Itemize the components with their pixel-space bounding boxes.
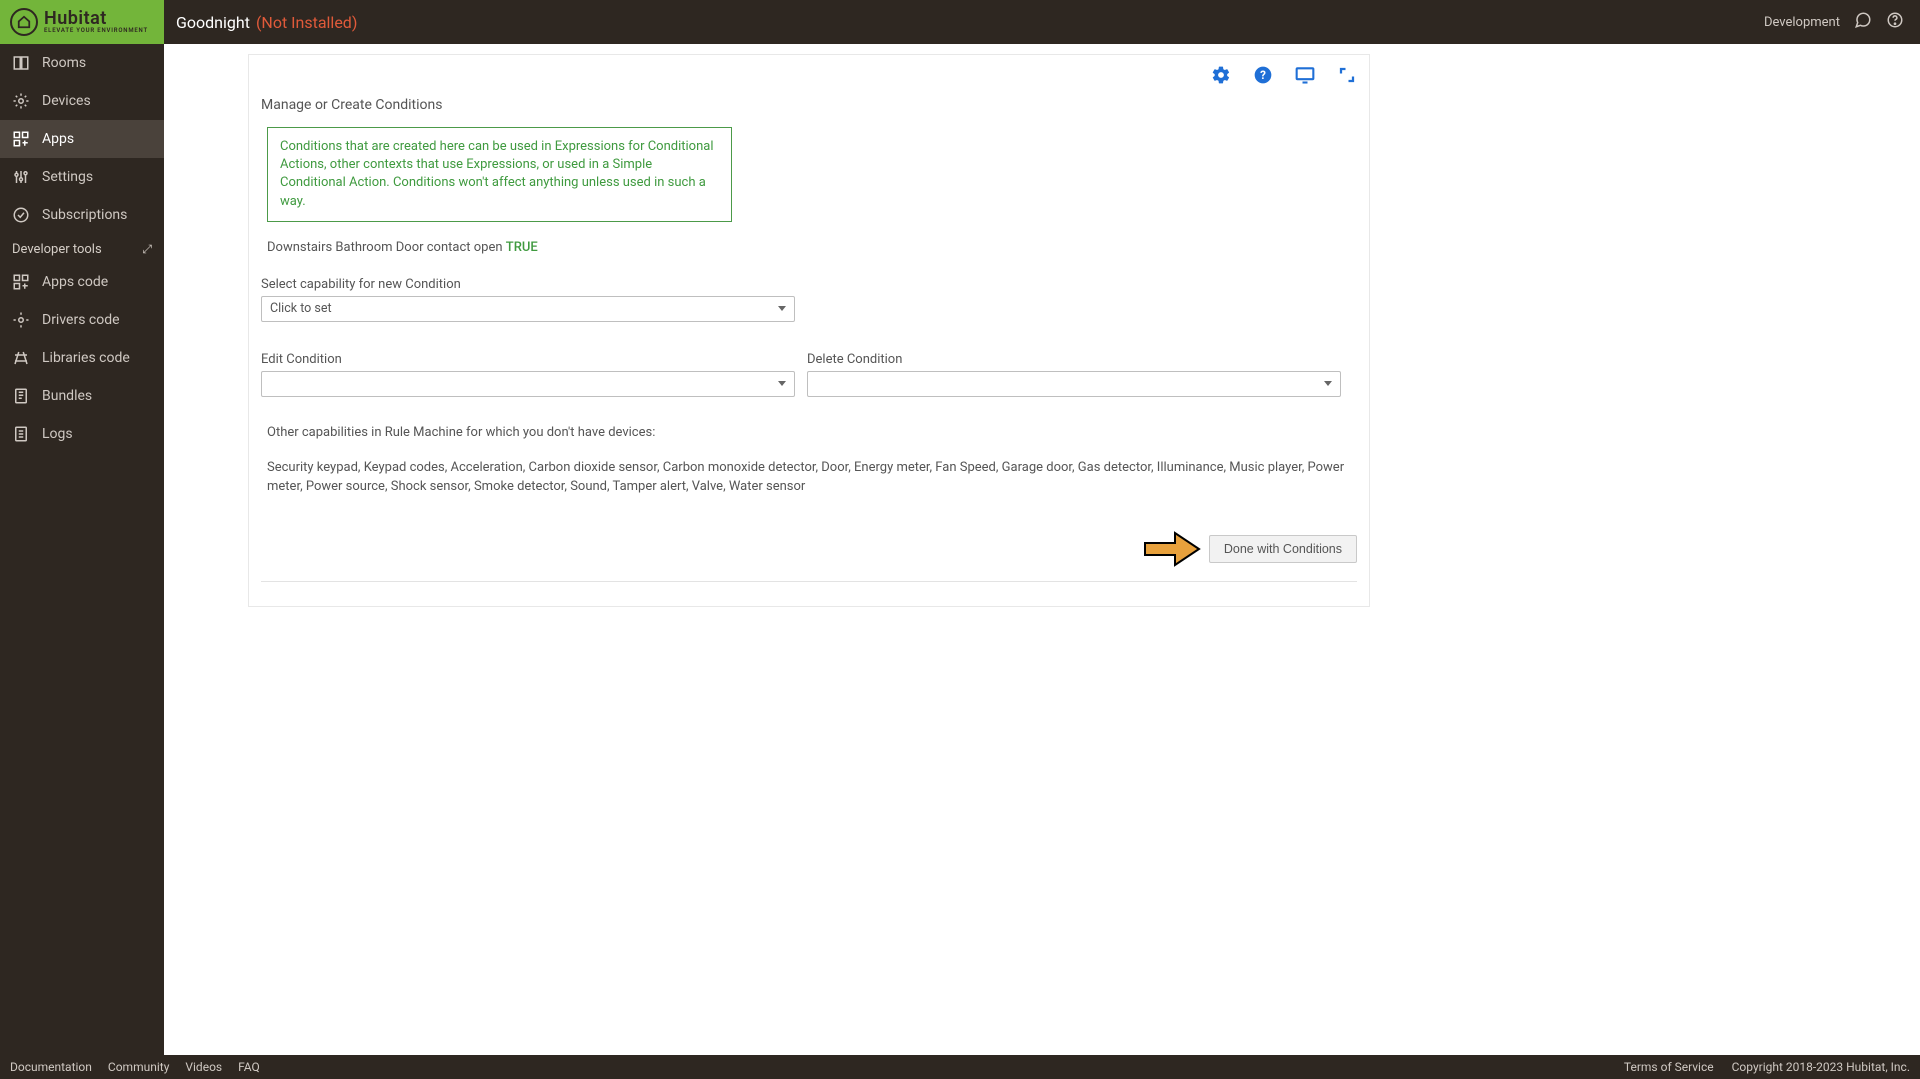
sidebar-item-devices[interactable]: Devices xyxy=(0,82,164,120)
info-box: Conditions that are created here can be … xyxy=(267,127,732,222)
select-capability-dropdown[interactable]: Click to set xyxy=(261,296,795,322)
dropdown-value: Click to set xyxy=(270,301,332,316)
sidebar-item-bundles[interactable]: Bundles xyxy=(0,377,164,415)
subscriptions-icon xyxy=(12,206,30,224)
expand-icon[interactable] xyxy=(1337,65,1357,85)
conditions-card: ? Manage or Create Conditions Conditions… xyxy=(248,54,1370,607)
sidebar-item-rooms[interactable]: Rooms xyxy=(0,44,164,82)
done-with-conditions-button[interactable]: Done with Conditions xyxy=(1209,535,1357,563)
apps-code-icon xyxy=(12,273,30,291)
delete-condition-dropdown[interactable] xyxy=(807,371,1341,397)
sidebar-item-drivers-code[interactable]: Drivers code xyxy=(0,301,164,339)
gear-icon[interactable] xyxy=(1211,65,1231,85)
footer-copyright: Copyright 2018-2023 Hubitat, Inc. xyxy=(1732,1060,1910,1074)
svg-text:?: ? xyxy=(1260,68,1266,82)
apps-icon xyxy=(12,130,30,148)
divider xyxy=(261,581,1357,582)
section-title: Manage or Create Conditions xyxy=(261,97,1357,113)
display-icon[interactable] xyxy=(1295,65,1315,85)
brand-logo[interactable]: Hubitat ELEVATE YOUR ENVIRONMENT xyxy=(0,0,164,44)
sidebar-item-label: Devices xyxy=(42,93,91,109)
sidebar-item-label: Subscriptions xyxy=(42,207,127,223)
brand-tagline: ELEVATE YOUR ENVIRONMENT xyxy=(44,28,148,34)
delete-condition-label: Delete Condition xyxy=(807,352,1341,367)
top-bar: Hubitat ELEVATE YOUR ENVIRONMENT Goodnig… xyxy=(0,0,1920,44)
help-icon[interactable]: ? xyxy=(1253,65,1273,85)
chevron-down-icon xyxy=(778,306,786,311)
arrow-icon xyxy=(1143,529,1203,569)
sidebar-item-label: Logs xyxy=(42,426,73,442)
select-capability-label: Select capability for new Condition xyxy=(261,277,1357,292)
app-status: (Not Installed) xyxy=(256,13,357,32)
env-label: Development xyxy=(1764,15,1840,30)
sidebar-item-label: Apps xyxy=(42,131,74,147)
footer: Documentation Community Videos FAQ Terms… xyxy=(0,1055,1920,1079)
rooms-icon xyxy=(12,54,30,72)
card-toolbar: ? xyxy=(1211,65,1357,85)
sidebar-item-apps[interactable]: Apps xyxy=(0,120,164,158)
sidebar-item-label: Settings xyxy=(42,169,93,185)
edit-condition-dropdown[interactable] xyxy=(261,371,795,397)
edit-condition-label: Edit Condition xyxy=(261,352,795,367)
brand-name: Hubitat xyxy=(44,10,148,28)
sidebar-item-subscriptions[interactable]: Subscriptions xyxy=(0,196,164,234)
sidebar-item-apps-code[interactable]: Apps code xyxy=(0,263,164,301)
sidebar-section-devtools[interactable]: Developer tools ⤢ xyxy=(0,234,164,263)
sidebar-item-libraries-code[interactable]: Libraries code xyxy=(0,339,164,377)
libraries-code-icon xyxy=(12,349,30,367)
condition-text: Downstairs Bathroom Door contact open xyxy=(267,240,503,255)
logs-icon xyxy=(12,425,30,443)
collapse-icon[interactable]: ⤢ xyxy=(142,242,152,257)
sidebar-item-label: Apps code xyxy=(42,274,108,290)
other-capabilities-list: Security keypad, Keypad codes, Accelerat… xyxy=(267,458,1357,497)
content-area: ? Manage or Create Conditions Conditions… xyxy=(164,44,1920,1055)
drivers-code-icon xyxy=(12,311,30,329)
sidebar-item-logs[interactable]: Logs xyxy=(0,415,164,453)
footer-link-videos[interactable]: Videos xyxy=(185,1060,222,1074)
footer-terms[interactable]: Terms of Service xyxy=(1624,1060,1714,1074)
sidebar-item-label: Rooms xyxy=(42,55,86,71)
bundles-icon xyxy=(12,387,30,405)
sidebar-item-label: Bundles xyxy=(42,388,92,404)
logo-icon xyxy=(10,8,38,36)
condition-line: Downstairs Bathroom Door contact open TR… xyxy=(267,240,1357,255)
app-title: Goodnight xyxy=(176,13,250,32)
settings-icon xyxy=(12,168,30,186)
page-title-area: Goodnight (Not Installed) xyxy=(164,13,357,32)
sidebar-item-label: Libraries code xyxy=(42,350,130,366)
footer-link-documentation[interactable]: Documentation xyxy=(10,1060,92,1074)
footer-link-faq[interactable]: FAQ xyxy=(238,1060,260,1074)
section-label: Developer tools xyxy=(12,242,102,257)
sidebar-item-settings[interactable]: Settings xyxy=(0,158,164,196)
chat-icon[interactable] xyxy=(1854,11,1872,33)
chevron-down-icon xyxy=(1324,381,1332,386)
devices-icon xyxy=(12,92,30,110)
help-icon[interactable] xyxy=(1886,11,1904,33)
sidebar-item-label: Drivers code xyxy=(42,312,120,328)
sidebar: Rooms Devices Apps Settings Subscription… xyxy=(0,44,164,1055)
chevron-down-icon xyxy=(778,381,786,386)
condition-status: TRUE xyxy=(506,240,538,255)
footer-link-community[interactable]: Community xyxy=(108,1060,169,1074)
other-capabilities-label: Other capabilities in Rule Machine for w… xyxy=(267,425,1357,440)
